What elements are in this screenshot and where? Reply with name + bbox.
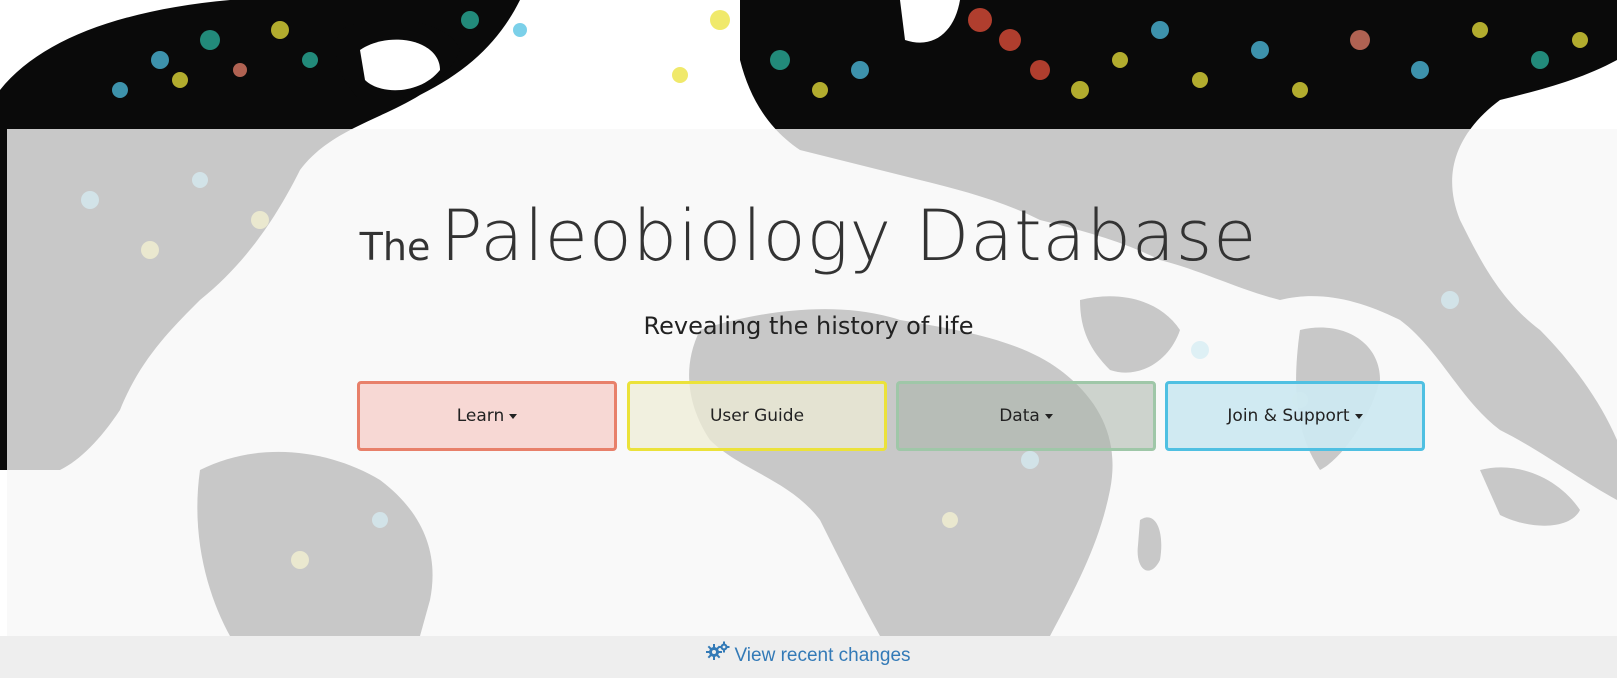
- data-dropdown-button[interactable]: Data: [896, 381, 1156, 451]
- view-recent-changes-label: View recent changes: [734, 645, 911, 667]
- caret-down-icon: [1354, 413, 1363, 419]
- learn-dropdown-button[interactable]: Learn: [357, 381, 617, 451]
- data-button-label: Data: [999, 406, 1040, 426]
- cogs-icon: [706, 636, 730, 676]
- title-main: Paleobiology Database: [440, 195, 1258, 277]
- caret-down-icon: [509, 413, 518, 419]
- join-support-button-label: Join & Support: [1227, 406, 1350, 426]
- page-subtitle: Revealing the history of life: [643, 312, 974, 340]
- view-recent-changes-link[interactable]: View recent changes: [706, 641, 911, 667]
- join-support-dropdown-button[interactable]: Join & Support: [1165, 381, 1425, 451]
- learn-button-label: Learn: [456, 406, 505, 426]
- caret-down-icon: [1044, 413, 1053, 419]
- footer-bar: View recent changes: [0, 636, 1617, 678]
- user-guide-button[interactable]: User Guide: [627, 381, 887, 451]
- page-title: The Paleobiology Database: [0, 195, 1617, 277]
- title-prefix: The: [359, 225, 431, 269]
- user-guide-button-label: User Guide: [709, 406, 805, 426]
